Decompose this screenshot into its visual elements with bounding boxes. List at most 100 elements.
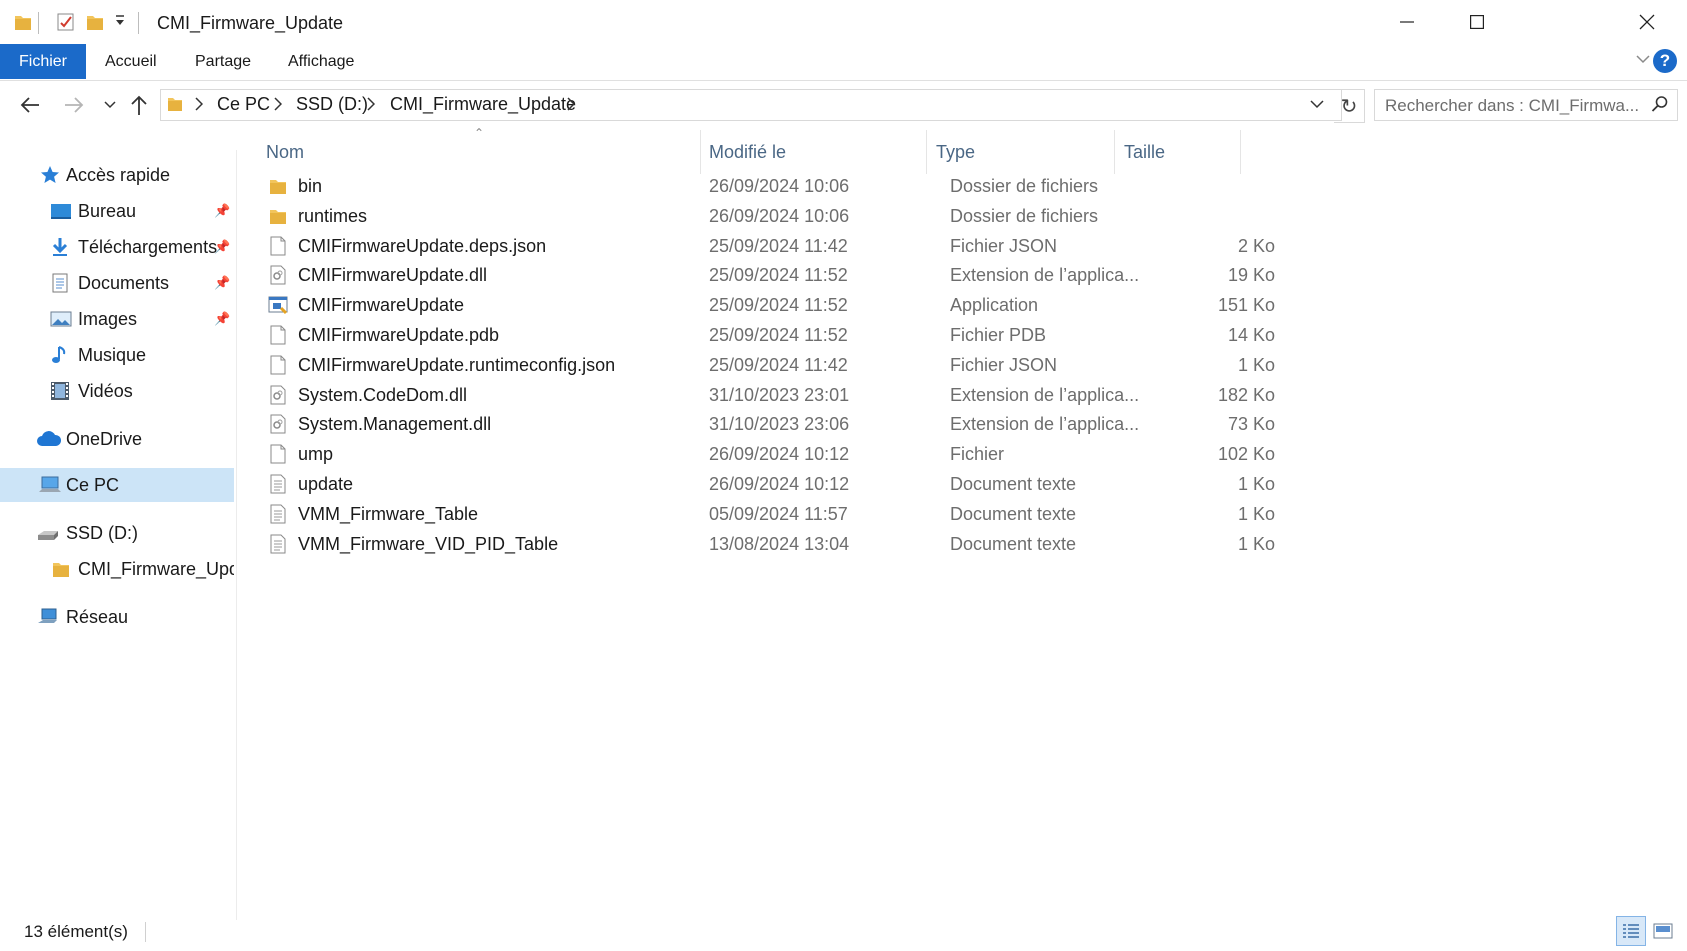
tab-fichier[interactable]: Fichier (0, 44, 86, 79)
file-type: Extension de l’applica... (950, 414, 1140, 435)
pin-icon[interactable]: 📌 (214, 311, 230, 327)
sidebar-item-bureau[interactable]: Bureau 📌 (0, 194, 234, 228)
search-icon[interactable] (1651, 95, 1669, 118)
table-row[interactable]: CMIFirmwareUpdate.runtimeconfig.json 25/0… (250, 349, 1280, 381)
sidebar-item-ssd[interactable]: SSD (D:) (0, 516, 234, 550)
pin-icon[interactable]: 📌 (214, 239, 230, 255)
breadcrumb-current-folder[interactable]: CMI_Firmware_Update (390, 94, 576, 115)
customize-toolbar-icon[interactable] (114, 14, 126, 33)
up-button[interactable] (125, 91, 153, 119)
large-icons-view-button[interactable] (1648, 916, 1678, 946)
expand-ribbon-icon[interactable] (1635, 52, 1651, 70)
search-box[interactable]: Rechercher dans : CMI_Firmwa... (1374, 89, 1678, 121)
new-folder-icon[interactable] (86, 12, 104, 37)
file-name[interactable]: bin (298, 176, 322, 197)
sidebar-item-documents[interactable]: Documents 📌 (0, 266, 234, 300)
table-row[interactable]: VMM_Firmware_Table 05/09/2024 11:57 Docume… (250, 498, 1280, 530)
refresh-button[interactable]: ↻ (1334, 89, 1365, 123)
file-name[interactable]: update (298, 474, 353, 495)
column-header-taille[interactable]: Taille (1124, 130, 1234, 174)
table-row[interactable]: VMM_Firmware_VID_PID_Table 13/08/2024 13:… (250, 528, 1280, 560)
file-name[interactable]: System.CodeDom.dll (298, 385, 467, 406)
forward-button[interactable] (60, 91, 88, 119)
tab-accueil[interactable]: Accueil (105, 44, 157, 79)
sidebar-item-label: OneDrive (66, 429, 143, 449)
table-row[interactable]: ump 26/09/2024 10:12 Fichier 102 Ko (250, 438, 1280, 470)
tab-affichage[interactable]: Affichage (288, 44, 354, 79)
file-name[interactable]: runtimes (298, 206, 367, 227)
tab-partage[interactable]: Partage (195, 44, 251, 79)
minimize-button[interactable] (1372, 0, 1442, 44)
file-type: Dossier de fichiers (950, 205, 1099, 226)
recent-locations-button[interactable] (96, 91, 124, 119)
column-header-nom[interactable]: Nom (266, 130, 701, 174)
column-divider[interactable] (926, 130, 927, 174)
file-modified: 05/09/2024 11:57 (709, 503, 848, 524)
column-header-type[interactable]: Type (936, 130, 1111, 174)
file-name[interactable]: ump (298, 444, 333, 465)
maximize-button[interactable] (1442, 0, 1512, 44)
sidebar-item-label: CMI_Firmware_Upda (78, 559, 234, 579)
properties-icon[interactable] (56, 12, 76, 37)
images-icon (50, 309, 72, 329)
sidebar-item-videos[interactable]: Vidéos (0, 374, 234, 408)
file-name[interactable]: System.Management.dll (298, 414, 491, 435)
address-bar[interactable]: Ce PC SSD (D:) CMI_Firmware_Update (160, 89, 1342, 121)
file-name[interactable]: CMIFirmwareUpdate (298, 295, 464, 316)
column-divider[interactable] (1240, 130, 1241, 174)
close-button[interactable] (1612, 0, 1682, 44)
sidebar-item-images[interactable]: Images 📌 (0, 302, 234, 336)
chevron-right-icon[interactable] (195, 97, 204, 116)
table-row[interactable]: runtimes 26/09/2024 10:06 Dossier de fichi… (250, 200, 1280, 232)
table-row[interactable]: System.CodeDom.dll 31/10/2023 23:01 Extens… (250, 379, 1280, 411)
file-size: 1 Ko (1237, 503, 1275, 524)
sidebar-item-label: Musique (78, 345, 147, 365)
table-row[interactable]: System.Management.dll 31/10/2023 23:06 Ext… (250, 408, 1280, 440)
column-divider[interactable] (700, 130, 701, 174)
app-icon (268, 295, 288, 315)
file-name[interactable]: CMIFirmwareUpdate.runtimeconfig.json (298, 355, 615, 376)
table-row[interactable]: bin 26/09/2024 10:06 Dossier de fichiers (250, 170, 1280, 202)
file-size: 1 Ko (1237, 533, 1275, 554)
chevron-right-icon[interactable] (567, 97, 576, 116)
file-type: Fichier JSON (950, 235, 1058, 256)
sidebar-item-telechargements[interactable]: Téléchargements 📌 (0, 230, 234, 264)
column-header-modifie[interactable]: Modifié le (709, 130, 924, 174)
sidebar-item-label: Téléchargements (78, 237, 218, 257)
table-row[interactable]: CMIFirmwareUpdate.dll 25/09/2024 11:52 Ext… (250, 259, 1280, 291)
column-divider[interactable] (1114, 130, 1115, 174)
sidebar-item-cmi-firmware-update[interactable]: CMI_Firmware_Upda (0, 552, 234, 586)
navigation-pane: Accès rapide Bureau 📌 Téléchargements 📌 … (0, 150, 237, 920)
search-input[interactable]: Rechercher dans : CMI_Firmwa... (1385, 96, 1640, 116)
table-row[interactable]: CMIFirmwareUpdate 25/09/2024 11:52 Applica… (250, 289, 1280, 321)
file-name[interactable]: CMIFirmwareUpdate.dll (298, 265, 487, 286)
pin-icon[interactable]: 📌 (214, 203, 230, 219)
drive-icon (36, 523, 58, 543)
breadcrumb-ssd[interactable]: SSD (D:) (296, 94, 368, 115)
file-size: 151 Ko (1217, 295, 1275, 316)
details-view-button[interactable] (1616, 916, 1646, 946)
table-row[interactable]: CMIFirmwareUpdate.deps.json 25/09/2024 11… (250, 230, 1280, 262)
sidebar-item-label: Ce PC (66, 475, 120, 495)
sidebar-item-acces-rapide[interactable]: Accès rapide (0, 158, 234, 192)
breadcrumb-ce-pc[interactable]: Ce PC (217, 94, 270, 115)
table-row[interactable]: CMIFirmwareUpdate.pdb 25/09/2024 11:52 Fic… (250, 319, 1280, 351)
file-name[interactable]: VMM_Firmware_Table (298, 504, 478, 525)
file-name[interactable]: VMM_Firmware_VID_PID_Table (298, 534, 558, 555)
address-history-dropdown[interactable] (1310, 96, 1324, 114)
sidebar-item-onedrive[interactable]: OneDrive (0, 422, 234, 456)
details-view-icon (1623, 924, 1639, 938)
file-modified: 26/09/2024 10:12 (709, 444, 850, 465)
pin-icon[interactable]: 📌 (214, 275, 230, 291)
table-row[interactable]: update 26/09/2024 10:12 Document texte 1 Ko (250, 468, 1280, 500)
help-icon[interactable]: ? (1653, 49, 1677, 73)
chevron-right-icon[interactable] (367, 97, 376, 116)
file-name[interactable]: CMIFirmwareUpdate.deps.json (298, 236, 546, 257)
sidebar-item-reseau[interactable]: Réseau (0, 600, 234, 634)
chevron-right-icon[interactable] (274, 97, 283, 116)
back-button[interactable] (16, 91, 44, 119)
sidebar-item-musique[interactable]: Musique (0, 338, 234, 372)
text-file-icon (268, 474, 288, 494)
file-name[interactable]: CMIFirmwareUpdate.pdb (298, 325, 499, 346)
sidebar-item-ce-pc[interactable]: Ce PC (0, 468, 234, 502)
